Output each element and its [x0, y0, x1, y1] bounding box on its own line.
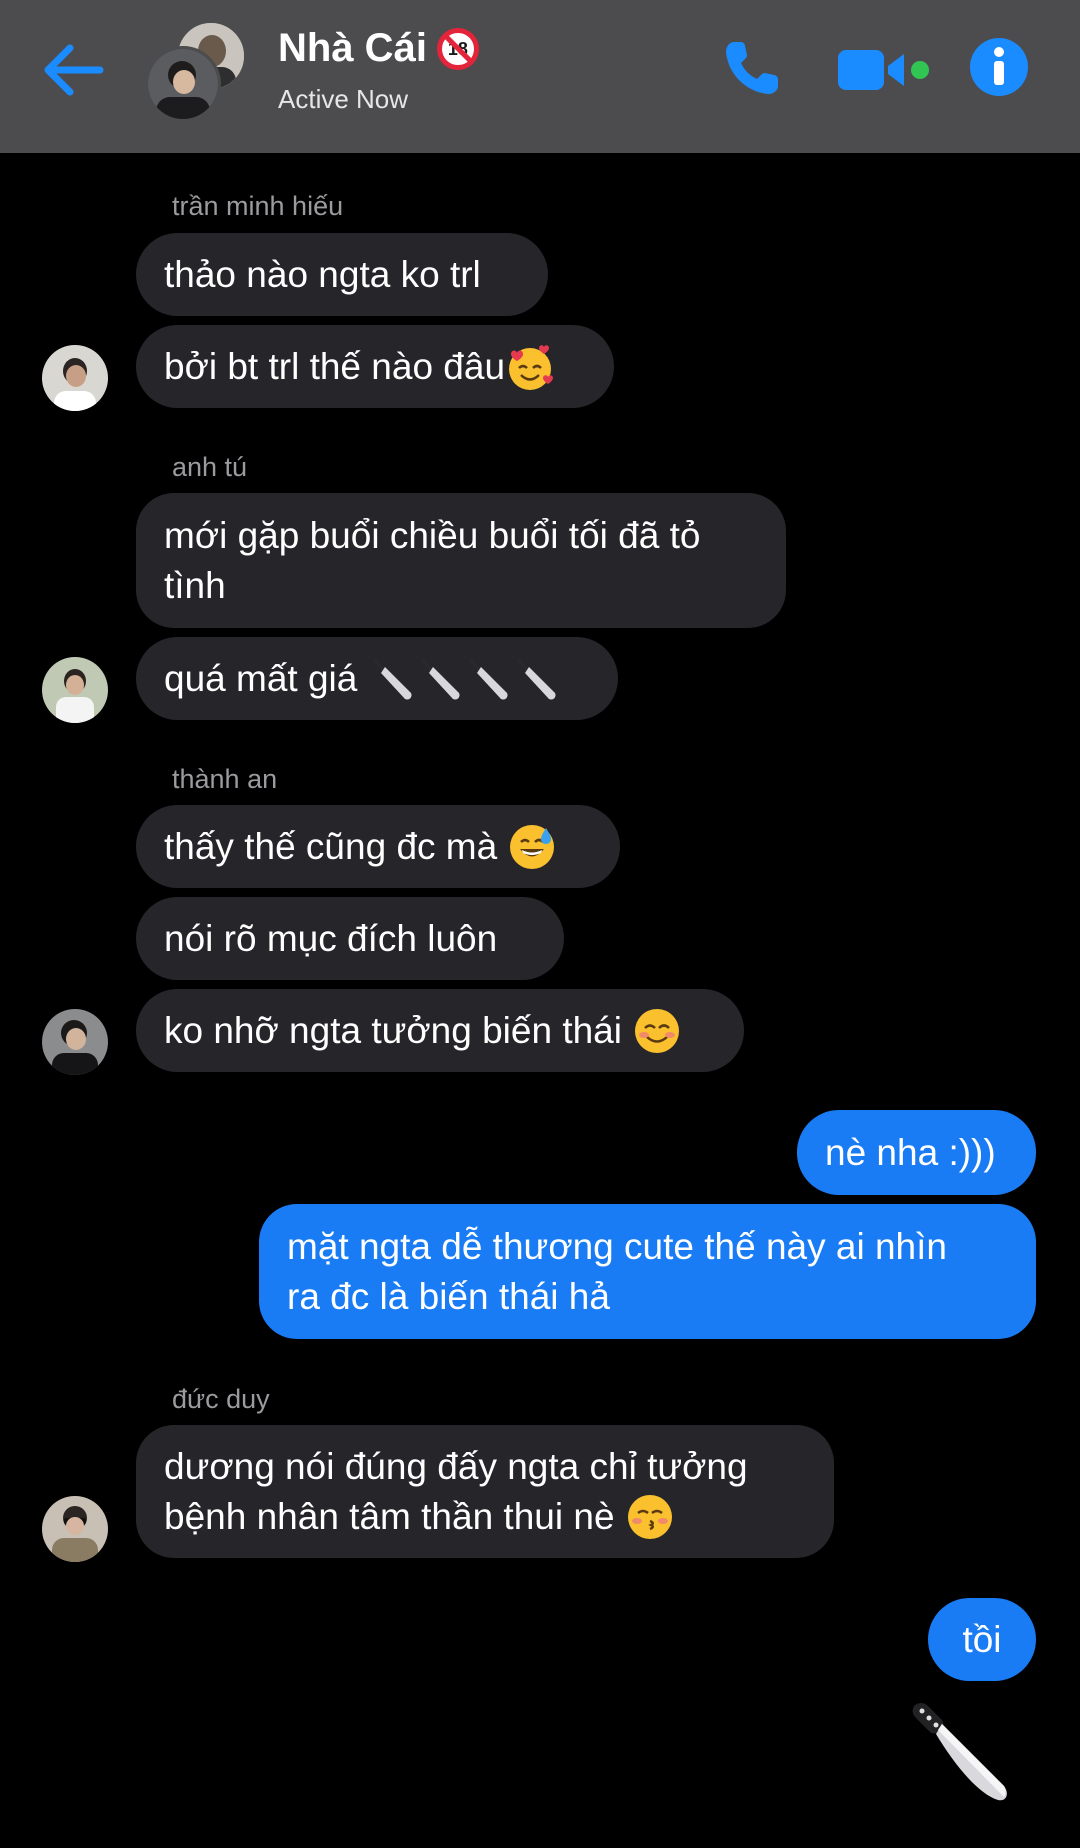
chat-header: Nhà Cái 18 Active Now — [0, 0, 1080, 153]
sender-name: trần minh hiếu — [172, 191, 344, 221]
kissing-face-icon — [627, 1494, 672, 1539]
message-text: nè nha :))) — [825, 1131, 996, 1173]
message-bubble-sent[interactable]: nè nha :))) — [797, 1110, 1036, 1195]
sender-name: thành an — [172, 764, 278, 794]
message-bubble-sent[interactable]: tồi — [928, 1598, 1036, 1681]
message-text-line: ra đc là biến thái hả — [287, 1275, 610, 1317]
phone-icon — [726, 42, 778, 94]
knife-emoji-row — [371, 655, 559, 703]
message-text-line: bệnh nhân tâm thần thui nè — [164, 1495, 615, 1537]
message-bubble[interactable]: ko nhỡ ngta tưởng biến thái — [136, 989, 744, 1072]
audio-call-button[interactable] — [722, 36, 784, 98]
message-bubble[interactable]: mới gặp buổi chiều buổi tối đã tỏ tình — [136, 493, 786, 628]
no-under-18-icon: 18 — [436, 27, 479, 70]
message-bubble[interactable]: thấy thế cũng đc mà — [136, 805, 620, 888]
sender-name: đức duy — [172, 1384, 270, 1414]
sent-emoji-message[interactable] — [908, 1698, 1012, 1806]
knife-icon — [912, 1703, 1007, 1801]
video-camera-icon — [838, 50, 929, 90]
message-text: quá mất giá — [164, 657, 358, 699]
message-text: ko nhỡ ngta tưởng biến thái — [164, 1009, 622, 1051]
member-avatar-front — [145, 46, 221, 122]
chat-title-text: Nhà Cái — [278, 26, 427, 70]
knife-icon — [421, 658, 460, 700]
message-text: bởi bt trl thế nào đâu — [164, 345, 506, 387]
avatar[interactable] — [42, 345, 108, 411]
back-button[interactable] — [40, 40, 106, 100]
message-text-line: mới gặp buổi chiều buổi tối đã tỏ — [164, 514, 701, 556]
message-bubble[interactable]: quá mất giá — [136, 637, 618, 720]
avatar[interactable] — [42, 1496, 108, 1562]
video-call-button[interactable] — [838, 44, 934, 96]
conversation-info-button[interactable] — [968, 36, 1030, 98]
group-avatar[interactable] — [145, 20, 255, 122]
message-text: thảo nào ngta ko trl — [164, 253, 481, 295]
sender-name: anh tú — [172, 452, 248, 482]
chat-title[interactable]: Nhà Cái 18 — [278, 26, 479, 71]
message-bubble[interactable]: dương nói đúng đấy ngta chỉ tưởng bệnh n… — [136, 1425, 834, 1558]
message-text-line: mặt ngta dễ thương cute thế này ai nhìn — [287, 1225, 947, 1267]
message-bubble-sent[interactable]: mặt ngta dễ thương cute thế này ai nhìn … — [259, 1204, 1036, 1339]
grinning-face-with-sweat-icon — [510, 824, 555, 869]
smiling-face-blush-icon — [634, 1008, 679, 1053]
messenger-chat-screen: Nhà Cái 18 Active Now trần minh hiếu thả… — [0, 0, 1080, 1848]
info-icon — [970, 38, 1028, 96]
message-text: nói rõ mục đích luôn — [164, 917, 498, 959]
message-bubble[interactable]: bởi bt trl thế nào đâu — [136, 325, 614, 408]
avatar[interactable] — [42, 657, 108, 723]
message-text: thấy thế cũng đc mà — [164, 825, 498, 867]
back-arrow-icon — [44, 44, 104, 96]
message-text-line: dương nói đúng đấy ngta chỉ tưởng — [164, 1445, 748, 1487]
knife-icon — [517, 658, 556, 700]
message-text: tồi — [962, 1618, 1002, 1660]
message-bubble[interactable]: thảo nào ngta ko trl — [136, 233, 548, 316]
active-status: Active Now — [278, 84, 409, 114]
smiling-face-with-hearts-icon — [509, 344, 554, 390]
avatar[interactable] — [42, 1009, 108, 1075]
knife-icon — [373, 658, 412, 700]
message-bubble[interactable]: nói rõ mục đích luôn — [136, 897, 564, 980]
knife-icon — [469, 658, 508, 700]
message-text-line: tình — [164, 564, 226, 606]
